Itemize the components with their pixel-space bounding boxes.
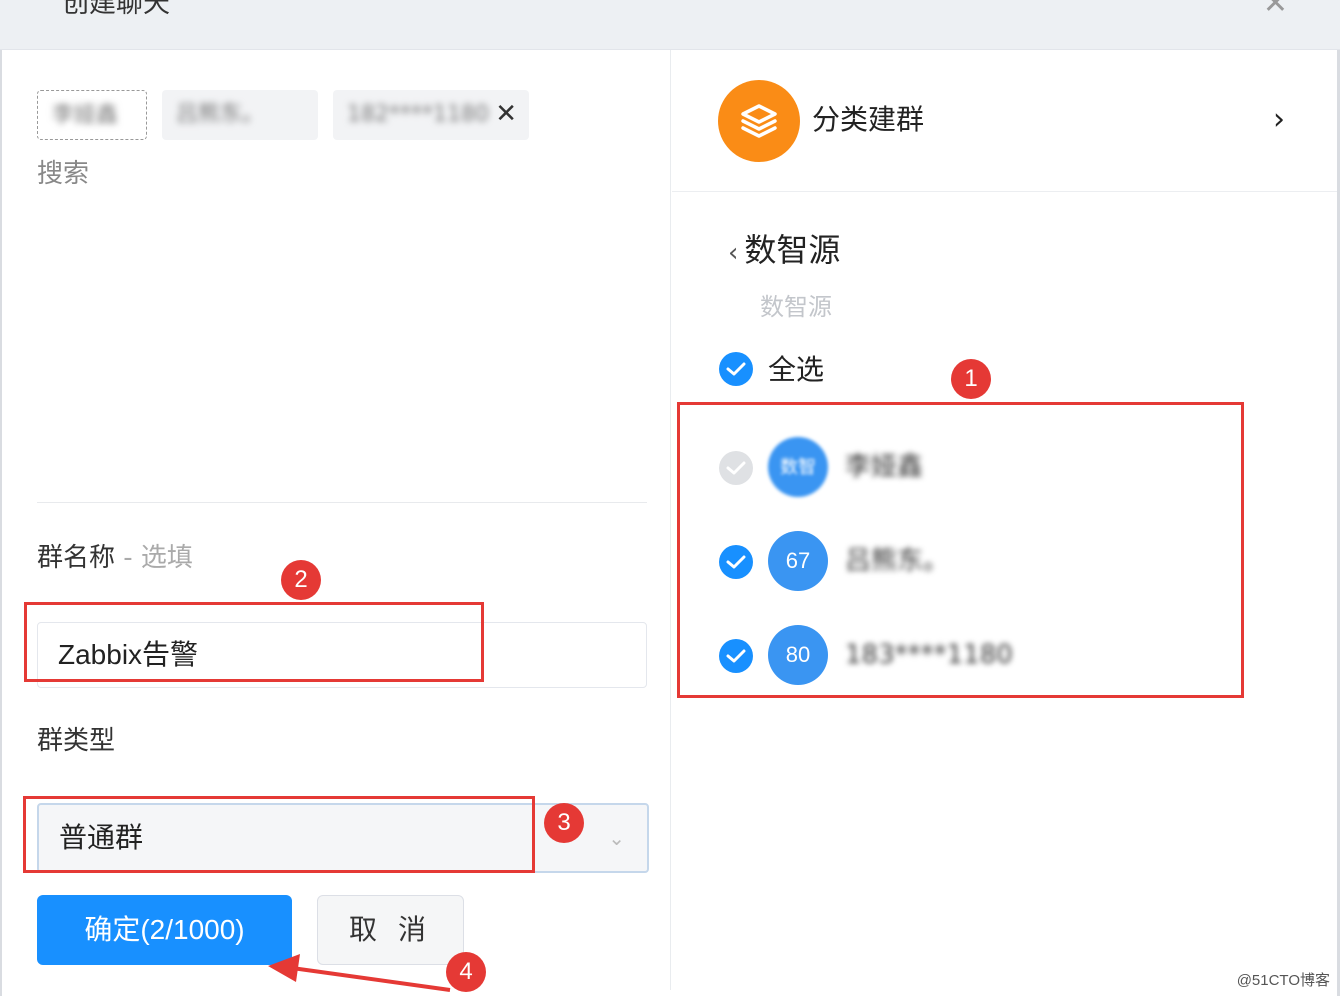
group-type-label: 群类型 <box>37 726 116 756</box>
dialog-header: 创建聊天 ✕ <box>0 0 1340 50</box>
department-title: 数智源 <box>744 231 841 269</box>
chevron-right-icon: › <box>1273 102 1285 137</box>
annotation-box-members <box>677 402 1244 698</box>
group-name-label: 群名称 - 选填 <box>37 538 193 578</box>
selected-chip[interactable]: 吕熊东。 <box>162 90 318 140</box>
cancel-button[interactable]: 取 消 <box>317 895 464 965</box>
breadcrumb[interactable]: 数智源 <box>760 290 832 324</box>
close-icon[interactable]: ✕ <box>1263 0 1288 22</box>
watermark: @51CTO博客 <box>1236 972 1330 989</box>
chip-label: 182****1180 <box>347 102 489 127</box>
divider <box>37 502 647 503</box>
chevron-left-icon: ‹ <box>728 238 739 268</box>
category-group-row[interactable]: 分类建群 › <box>672 52 1337 192</box>
select-all-label: 全选 <box>768 353 825 386</box>
annotation-number: 3 <box>544 803 584 843</box>
remove-chip-icon[interactable]: ✕ <box>495 90 517 138</box>
search-input[interactable]: 搜索 <box>37 155 89 193</box>
confirm-button[interactable]: 确定(2/1000) <box>37 895 292 965</box>
selected-chip[interactable]: 182****1180 ✕ <box>333 90 529 140</box>
chip-label: 吕熊东。 <box>176 102 265 127</box>
optional-hint: - 选填 <box>123 543 193 573</box>
chevron-down-icon: ⌄ <box>608 826 625 850</box>
selected-chip[interactable]: 李娅鑫 <box>37 90 147 140</box>
category-label: 分类建群 <box>812 103 925 136</box>
pane-divider <box>670 50 671 990</box>
select-all-checkbox[interactable] <box>719 352 753 386</box>
dialog-border-left <box>0 50 2 996</box>
annotation-number: 1 <box>951 359 991 399</box>
annotation-number: 4 <box>446 952 486 992</box>
chip-label: 李娅鑫 <box>52 103 119 128</box>
annotation-box-group-name <box>24 602 484 682</box>
annotation-number: 2 <box>281 560 321 600</box>
annotation-box-group-type <box>23 796 535 873</box>
layers-icon <box>718 80 800 162</box>
back-to-department[interactable]: ‹ 数智源 <box>728 228 840 275</box>
group-name-label-text: 群名称 <box>37 543 116 573</box>
dialog-title: 创建聊天 <box>62 0 170 19</box>
